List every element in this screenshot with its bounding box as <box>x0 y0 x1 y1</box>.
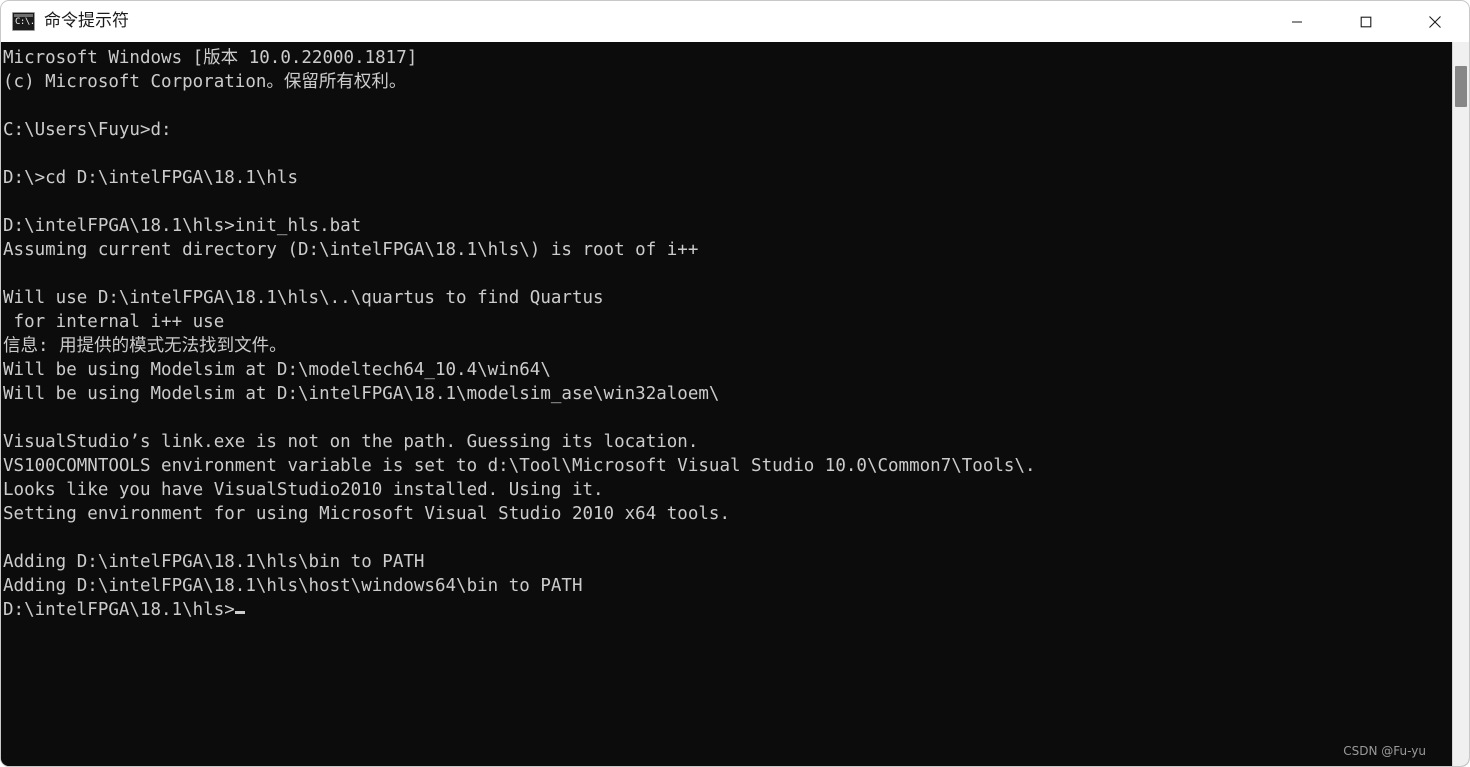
console-line: C:\Users\Fuyu>d: <box>3 120 172 140</box>
console-lines: Microsoft Windows [版本 10.0.22000.1817] (c… <box>3 46 1452 622</box>
vertical-scrollbar[interactable] <box>1452 42 1469 766</box>
cmd-icon: C:\. <box>12 12 35 31</box>
title-bar-left: C:\. 命令提示符 <box>1 12 129 31</box>
console-line: D:\>cd D:\intelFPGA\18.1\hls <box>3 168 299 188</box>
console-line: Adding D:\intelFPGA\18.1\hls\bin to PATH <box>3 552 425 572</box>
watermark: CSDN @Fu-yu <box>1343 744 1426 758</box>
maximize-icon <box>1360 16 1371 27</box>
cmd-icon-glyph: C:\. <box>15 17 35 27</box>
console-line: (c) Microsoft Corporation。保留所有权利。 <box>3 72 407 92</box>
console-output-area[interactable]: Microsoft Windows [版本 10.0.22000.1817] (c… <box>1 42 1452 766</box>
console-line: Will be using Modelsim at D:\intelFPGA\1… <box>3 384 720 404</box>
console-prompt-text: D:\intelFPGA\18.1\hls> <box>3 600 235 620</box>
close-icon <box>1428 15 1441 28</box>
command-prompt-window: C:\. 命令提示符 Microsoft Windows [版本 10.0.22… <box>0 0 1470 767</box>
console-line: D:\intelFPGA\18.1\hls>init_hls.bat <box>3 216 362 236</box>
window-controls <box>1262 1 1469 42</box>
minimize-button[interactable] <box>1262 1 1331 42</box>
window-body: Microsoft Windows [版本 10.0.22000.1817] (c… <box>1 42 1469 766</box>
console-prompt-line: D:\intelFPGA\18.1\hls> <box>3 598 1452 622</box>
console-line: Assuming current directory (D:\intelFPGA… <box>3 240 699 260</box>
console-line: for internal i++ use <box>3 312 225 332</box>
minimize-icon <box>1291 20 1302 23</box>
title-bar[interactable]: C:\. 命令提示符 <box>1 1 1469 42</box>
console-line: 信息: 用提供的模式无法找到文件。 <box>3 336 287 356</box>
console-cursor <box>234 611 245 614</box>
close-button[interactable] <box>1400 1 1469 42</box>
console-line: Looks like you have VisualStudio2010 ins… <box>3 480 604 500</box>
console-line: VisualStudio’s link.exe is not on the pa… <box>3 432 699 452</box>
console-line: Will use D:\intelFPGA\18.1\hls\..\quartu… <box>3 288 604 308</box>
console-line: Adding D:\intelFPGA\18.1\hls\host\window… <box>3 576 583 596</box>
window-title: 命令提示符 <box>44 11 129 31</box>
console-line: Will be using Modelsim at D:\modeltech64… <box>3 360 551 380</box>
console-line: Microsoft Windows [版本 10.0.22000.1817] <box>3 48 418 68</box>
console-line: Setting environment for using Microsoft … <box>3 504 730 524</box>
scrollbar-thumb[interactable] <box>1455 66 1467 107</box>
maximize-button[interactable] <box>1331 1 1400 42</box>
console-line: VS100COMNTOOLS environment variable is s… <box>3 456 1036 476</box>
